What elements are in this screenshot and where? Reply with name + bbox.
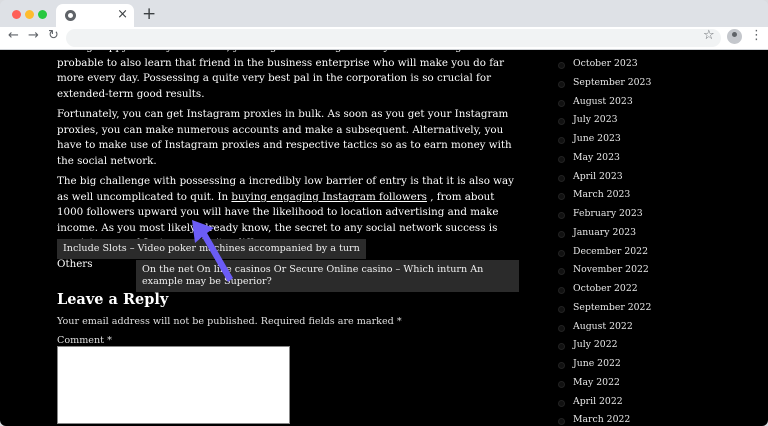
archive-link[interactable]: September 2023 [573, 77, 651, 88]
archive-bullet-icon [558, 343, 565, 351]
archive-link[interactable]: July 2022 [573, 339, 618, 350]
reply-heading: Leave a Reply [57, 291, 169, 308]
pointer-arrow-icon [192, 220, 233, 282]
archive-bullet-icon [558, 305, 565, 313]
archive-bullet-icon [558, 62, 565, 69]
archive-bullet-icon [558, 80, 565, 88]
required-fields-note: Your email address will not be published… [57, 316, 402, 327]
archive-bullet-icon [558, 418, 565, 426]
bookmark-star-icon[interactable]: ☆ [703, 28, 715, 43]
archive-bullet-icon [558, 362, 565, 369]
web-page: feeling happy. When you are sad, you've … [0, 50, 768, 426]
forward-icon[interactable]: → [28, 28, 39, 43]
archive-bullet-icon [558, 249, 565, 257]
archive-link[interactable]: December 2022 [573, 246, 648, 257]
archive-link[interactable]: January 2023 [573, 227, 636, 238]
article-paragraph: feeling happy. When you are sad, you've … [57, 50, 510, 100]
archive-bullet-icon [558, 193, 565, 201]
archive-bullet-icon [558, 399, 565, 407]
archive-link[interactable]: July 2023 [573, 114, 618, 125]
archive-bullet-icon [558, 212, 565, 219]
archive-link[interactable]: May 2023 [573, 152, 620, 163]
chrome-favicon-icon [65, 10, 76, 21]
archive-link[interactable]: April 2022 [573, 396, 623, 407]
reload-icon[interactable]: ↻ [48, 28, 59, 43]
archive-bullet-icon [558, 287, 565, 294]
archive-link[interactable]: April 2023 [573, 171, 623, 182]
back-icon[interactable]: ← [8, 28, 19, 43]
archive-link[interactable]: June 2022 [573, 358, 621, 369]
instagram-followers-link[interactable]: buying engaging Instagram followers [231, 191, 427, 203]
new-tab-icon[interactable]: + [142, 4, 156, 24]
archive-bullet-icon [558, 324, 565, 332]
archive-link[interactable]: October 2023 [573, 58, 638, 69]
article-body: feeling happy. When you are sad, you've … [57, 50, 519, 424]
archive-link[interactable]: March 2022 [573, 414, 630, 425]
archive-bullet-icon [558, 155, 565, 163]
archive-bullet-icon [558, 99, 565, 107]
article-paragraph: Fortunately, you can get Instagram proxi… [57, 108, 512, 167]
archive-link[interactable]: October 2022 [573, 283, 638, 294]
archive-link[interactable]: November 2022 [573, 264, 649, 275]
browser-toolbar: ← → ↻ ☆ ⋮ [0, 27, 768, 50]
archive-bullet-icon [558, 137, 565, 144]
archive-bullet-icon [558, 380, 565, 388]
browser-tab[interactable]: × [56, 4, 134, 27]
browser-window: × + ← → ↻ ☆ ⋮ feeling happy. When you ar… [0, 0, 768, 426]
tab-bar: × + [0, 0, 768, 27]
maximize-window-button[interactable] [38, 10, 47, 19]
close-window-button[interactable] [12, 10, 21, 19]
minimize-window-button[interactable] [25, 10, 34, 19]
archive-bullet-icon [558, 230, 565, 238]
address-bar[interactable] [66, 29, 721, 47]
archive-link[interactable]: August 2023 [573, 96, 633, 107]
profile-avatar-icon[interactable] [727, 29, 742, 44]
archive-link[interactable]: August 2022 [573, 321, 633, 332]
browser-menu-icon[interactable]: ⋮ [750, 28, 763, 43]
comment-textarea[interactable] [57, 346, 290, 424]
archive-link[interactable]: June 2023 [573, 133, 621, 144]
tab-close-icon[interactable]: × [117, 7, 128, 22]
archive-bullet-icon [558, 268, 565, 276]
archive-bullet-icon [558, 174, 565, 182]
archive-bullet-icon [558, 118, 565, 126]
archive-link[interactable]: May 2022 [573, 377, 620, 388]
archive-link[interactable]: March 2023 [573, 189, 630, 200]
archive-link[interactable]: September 2022 [573, 302, 651, 313]
archive-link[interactable]: February 2023 [573, 208, 643, 219]
